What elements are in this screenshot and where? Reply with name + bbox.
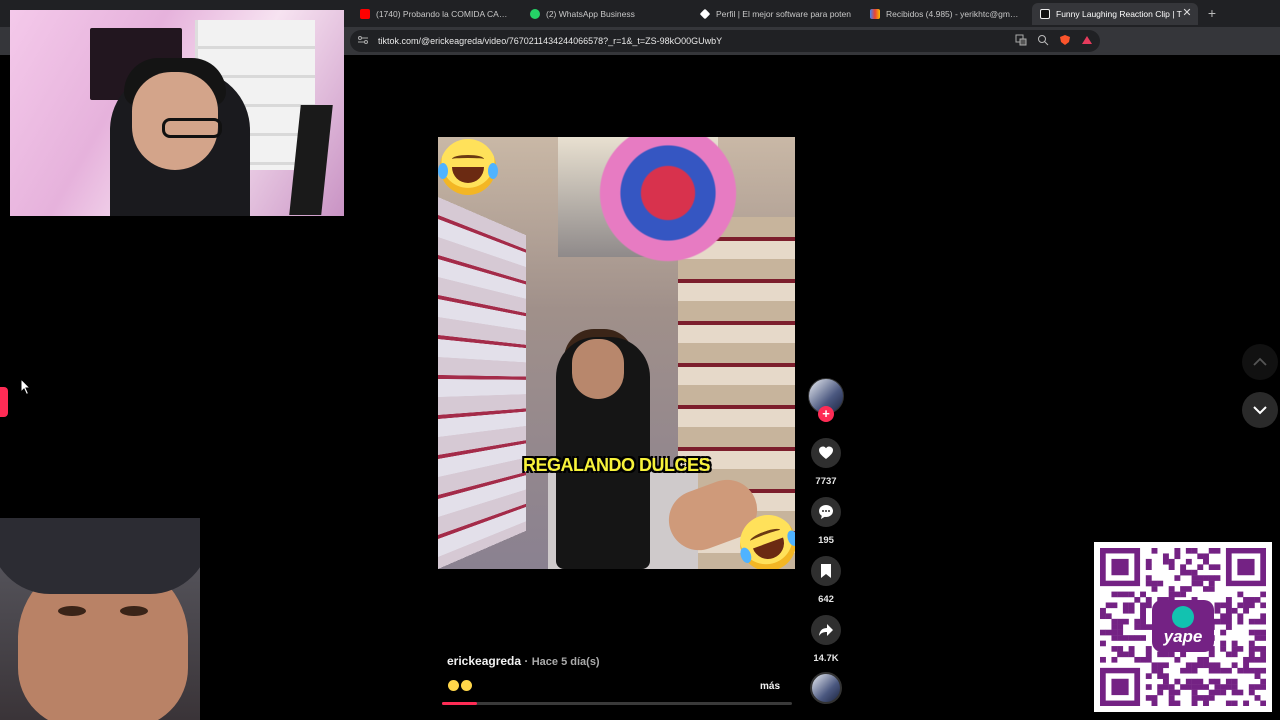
tab-tiktok-active[interactable]: Funny Laughing Reaction Clip | T [1032, 3, 1198, 25]
comment-count: 195 [818, 535, 834, 546]
url-text[interactable]: tiktok.com/@erickeagreda/video/767021143… [378, 36, 722, 46]
grinning-emoji-icon [448, 680, 459, 691]
follow-button[interactable]: + [818, 406, 834, 422]
gmail-icon [870, 9, 880, 19]
laughing-emoji-icon [438, 139, 498, 195]
zoom-icon[interactable] [1036, 34, 1050, 48]
diamond-icon [699, 8, 711, 20]
yape-brand-text: yape [1163, 627, 1203, 646]
new-tab-button[interactable]: + [1204, 5, 1220, 21]
save-button[interactable] [811, 556, 841, 586]
tab-title: Perfil | El mejor software para poten [716, 9, 851, 19]
save-count: 642 [818, 594, 834, 605]
tab-gmail[interactable]: Recibidos (4.985) - yerikhtc@gmail.c [862, 3, 1030, 25]
tab-youtube[interactable]: (1740) Probando la COMIDA CALLEJ [352, 3, 520, 25]
yape-qr-code: yape [1094, 542, 1272, 712]
video-caption-overlay: REGALANDO DULCES [522, 455, 711, 475]
bookmark-icon [821, 564, 831, 578]
chevron-up-icon [1253, 357, 1267, 366]
brave-shield-icon[interactable] [1058, 34, 1072, 48]
reaction-face-image [0, 518, 200, 720]
side-tab-indicator[interactable] [0, 387, 8, 417]
tab-title: Recibidos (4.985) - yerikhtc@gmail.c [886, 9, 1022, 19]
share-button[interactable] [811, 615, 841, 645]
youtube-icon [360, 9, 370, 19]
chevron-down-icon [1253, 406, 1267, 415]
description-emojis [448, 680, 474, 694]
tab-title: (2) WhatsApp Business [546, 9, 635, 19]
like-count: 7737 [815, 476, 837, 487]
mouse-cursor-icon [20, 378, 32, 396]
next-video-button[interactable] [1242, 392, 1278, 428]
close-tab-icon[interactable]: ✕ [1180, 6, 1194, 20]
tab-perfil[interactable]: Perfil | El mejor software para poten [692, 3, 860, 25]
progress-fill [442, 702, 477, 705]
comment-button[interactable] [811, 497, 841, 527]
heart-icon [819, 446, 833, 459]
tab-title: Funny Laughing Reaction Clip | T [1056, 9, 1182, 19]
previous-video-button[interactable] [1242, 344, 1278, 380]
tab-whatsapp[interactable]: (2) WhatsApp Business [522, 3, 690, 25]
like-button[interactable] [811, 438, 841, 468]
omnibox[interactable]: tiktok.com/@erickeagreda/video/767021143… [350, 30, 1100, 52]
share-count: 14.7K [813, 653, 839, 664]
whatsapp-icon [530, 9, 540, 19]
site-settings-icon[interactable] [356, 34, 370, 48]
separator: · [521, 654, 532, 668]
tab-title: (1740) Probando la COMIDA CALLEJ [376, 9, 512, 19]
video-info-line: erickeagreda · Hace 5 día(s) [447, 654, 600, 668]
rolling-laughing-emoji-icon [461, 680, 472, 691]
brave-rewards-icon[interactable] [1080, 34, 1094, 48]
tiktok-icon [1040, 9, 1050, 19]
video-player[interactable]: REGALANDO DULCES [438, 137, 795, 569]
more-button[interactable]: más [760, 681, 780, 692]
yape-logo: yape [1152, 600, 1214, 652]
author-username[interactable]: erickeagreda [447, 654, 521, 668]
music-disc-avatar[interactable] [810, 672, 842, 704]
streamer-webcam [10, 10, 344, 216]
post-time: Hace 5 día(s) [531, 656, 600, 668]
screen: (1740) Probando la COMIDA CALLEJ (2) Wha… [0, 0, 1280, 720]
translate-icon[interactable] [1014, 34, 1028, 48]
video-progress-bar[interactable] [442, 702, 792, 705]
share-arrow-icon [819, 624, 833, 636]
comment-icon [819, 505, 833, 519]
